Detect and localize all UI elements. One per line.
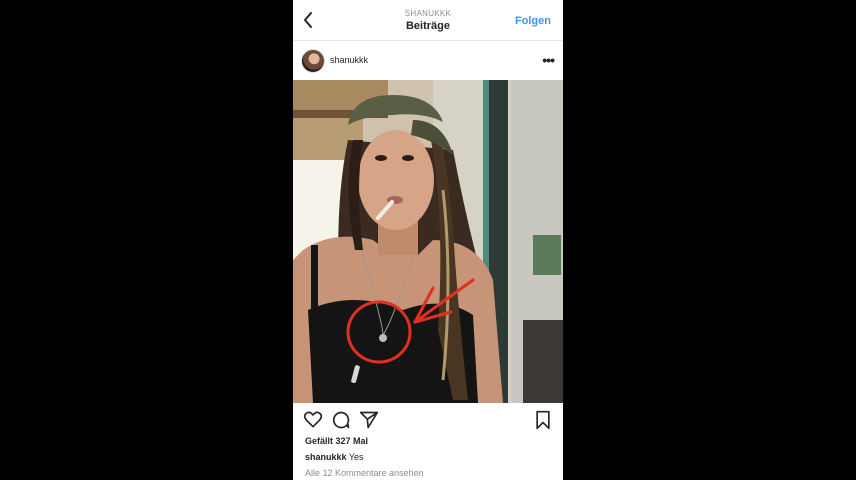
instagram-post-screen: SHANUKKK Beiträge Folgen shanukkk ••• Ge… bbox=[293, 0, 563, 480]
more-dots-icon[interactable]: ••• bbox=[542, 52, 555, 68]
post-header: shanukkk ••• bbox=[293, 46, 563, 76]
caption-username[interactable]: shanukkk bbox=[305, 452, 347, 462]
post-actions-bar bbox=[293, 408, 563, 432]
bookmark-icon[interactable] bbox=[533, 410, 553, 430]
top-bar: SHANUKKK Beiträge Folgen bbox=[293, 0, 563, 41]
comment-icon[interactable] bbox=[331, 410, 351, 430]
view-comments-link[interactable]: Alle 12 Kommentare ansehen bbox=[305, 468, 424, 478]
caption-text: Yes bbox=[348, 452, 364, 462]
post-username[interactable]: shanukkk bbox=[330, 55, 368, 65]
post-photo[interactable] bbox=[293, 80, 563, 403]
heart-icon[interactable] bbox=[303, 410, 323, 430]
avatar[interactable] bbox=[301, 49, 325, 73]
send-icon[interactable] bbox=[359, 410, 379, 430]
chevron-left-icon[interactable] bbox=[299, 11, 317, 29]
page-title: Beiträge bbox=[405, 20, 451, 32]
follow-button[interactable]: Folgen bbox=[515, 15, 551, 27]
post-caption: shanukkk Yes bbox=[305, 452, 364, 462]
header-username: SHANUKKK bbox=[404, 9, 452, 18]
header-title-block: SHANUKKK Beiträge bbox=[353, 9, 503, 33]
likes-count[interactable]: Gefällt 327 Mal bbox=[305, 436, 368, 446]
